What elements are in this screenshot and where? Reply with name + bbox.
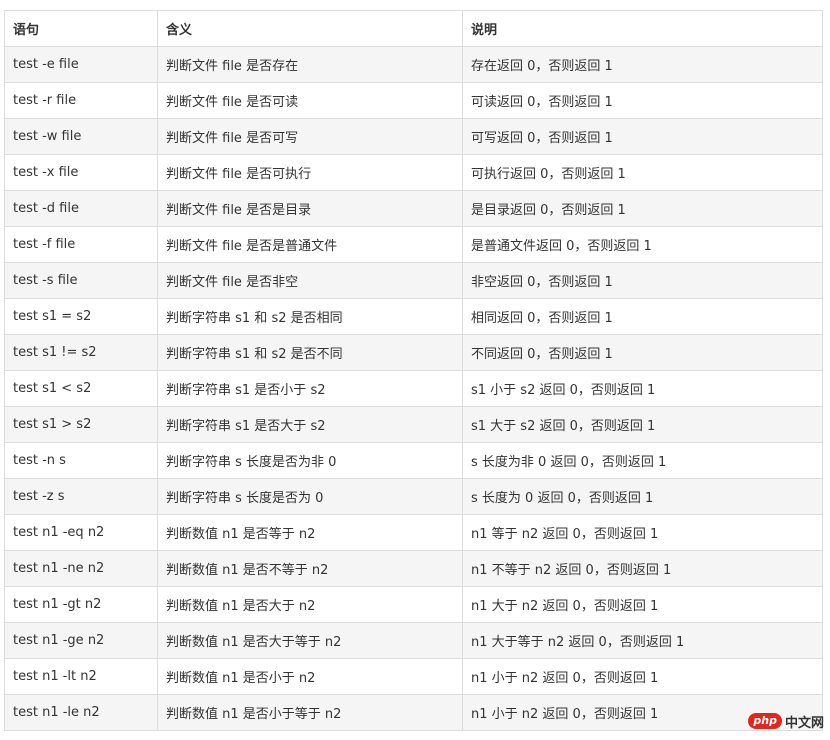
cell-description: n1 不等于 n2 返回 0，否则返回 1 [462, 550, 823, 587]
cell-description: s1 小于 s2 返回 0，否则返回 1 [462, 370, 823, 407]
cell-statement: test -z s [4, 478, 158, 515]
table-row: test -e file 判断文件 file 是否存在 存在返回 0，否则返回 1 [4, 46, 823, 83]
header-statement: 语句 [4, 10, 158, 47]
cell-statement: test -f file [4, 226, 158, 263]
table-row: test -s file 判断文件 file 是否非空 非空返回 0，否则返回 1 [4, 262, 823, 299]
cell-description: n1 大于 n2 返回 0，否则返回 1 [462, 586, 823, 623]
watermark-text: 中文网 [784, 715, 824, 731]
table-row: test n1 -ne n2 判断数值 n1 是否不等于 n2 n1 不等于 n2 … [4, 550, 823, 587]
cell-description: 非空返回 0，否则返回 1 [462, 262, 823, 299]
cell-meaning: 判断文件 file 是否非空 [157, 262, 463, 299]
cell-description: 相同返回 0，否则返回 1 [462, 298, 823, 335]
table-header: 语句 含义 说明 [4, 10, 823, 47]
cell-description: 不同返回 0，否则返回 1 [462, 334, 823, 371]
cell-meaning: 判断字符串 s1 和 s2 是否相同 [157, 298, 463, 335]
table-row: test s1 < s2 判断字符串 s1 是否小于 s2 s1 小于 s2 返回 … [4, 370, 823, 407]
test-operators-table-container: 语句 含义 说明 test -e file 判断文件 file 是否存在 存在返回 … [4, 10, 823, 731]
cell-description: 是普通文件返回 0，否则返回 1 [462, 226, 823, 263]
cell-statement: test n1 -gt n2 [4, 586, 158, 623]
table-row: test n1 -ge n2 判断数值 n1 是否大于等于 n2 n1 大于等于 n… [4, 622, 823, 659]
cell-statement: test -r file [4, 82, 158, 119]
cell-statement: test s1 < s2 [4, 370, 158, 407]
table-row: test s1 > s2 判断字符串 s1 是否大于 s2 s1 大于 s2 返回 … [4, 406, 823, 443]
cell-statement: test -e file [4, 46, 158, 83]
table-row: test -n s 判断字符串 s 长度是否为非 0s 长度为非 0 返回 0，否… [4, 442, 823, 479]
cell-statement: test s1 != s2 [4, 334, 158, 371]
cell-statement: test n1 -ge n2 [4, 622, 158, 659]
cell-meaning: 判断文件 file 是否可执行 [157, 154, 463, 191]
cell-meaning: 判断数值 n1 是否大于等于 n2 [157, 622, 463, 659]
table-row: test -x file 判断文件 file 是否可执行 可执行返回 0，否则返回 … [4, 154, 823, 191]
cell-statement: test -x file [4, 154, 158, 191]
header-meaning: 含义 [157, 10, 463, 47]
table-row: test n1 -le n2 判断数值 n1 是否小于等于 n2 n1 小于 n2 … [4, 694, 823, 731]
cell-meaning: 判断字符串 s1 和 s2 是否不同 [157, 334, 463, 371]
cell-statement: test n1 -eq n2 [4, 514, 158, 551]
table-row: test s1 != s2 判断字符串 s1 和 s2 是否不同 不同返回 0，否则… [4, 334, 823, 371]
cell-meaning: 判断字符串 s 长度是否为非 0 [157, 442, 463, 479]
cell-meaning: 判断字符串 s 长度是否为 0 [157, 478, 463, 515]
table-body: test -e file 判断文件 file 是否存在 存在返回 0，否则返回 1t… [4, 46, 823, 731]
test-operators-table: 语句 含义 说明 test -e file 判断文件 file 是否存在 存在返回 … [4, 10, 823, 731]
cell-description: 可写返回 0，否则返回 1 [462, 118, 823, 155]
cell-meaning: 判断文件 file 是否是目录 [157, 190, 463, 227]
cell-statement: test n1 -lt n2 [4, 658, 158, 695]
cell-description: n1 大于等于 n2 返回 0，否则返回 1 [462, 622, 823, 659]
cell-meaning: 判断数值 n1 是否等于 n2 [157, 514, 463, 551]
php-logo: php [748, 713, 782, 729]
php-cn-watermark: php 中文网 [748, 710, 824, 732]
table-row: test n1 -gt n2 判断数值 n1 是否大于 n2 n1 大于 n2 返回… [4, 586, 823, 623]
cell-statement: test s1 = s2 [4, 298, 158, 335]
cell-meaning: 判断数值 n1 是否小于 n2 [157, 658, 463, 695]
cell-statement: test s1 > s2 [4, 406, 158, 443]
cell-statement: test -s file [4, 262, 158, 299]
cell-description: 可执行返回 0，否则返回 1 [462, 154, 823, 191]
cell-meaning: 判断文件 file 是否是普通文件 [157, 226, 463, 263]
cell-meaning: 判断文件 file 是否可读 [157, 82, 463, 119]
cell-meaning: 判断字符串 s1 是否小于 s2 [157, 370, 463, 407]
table-row: test s1 = s2 判断字符串 s1 和 s2 是否相同 相同返回 0，否则返… [4, 298, 823, 335]
table-row: test n1 -lt n2 判断数值 n1 是否小于 n2 n1 小于 n2 返回… [4, 658, 823, 695]
cell-statement: test -n s [4, 442, 158, 479]
cell-description: s 长度为非 0 返回 0，否则返回 1 [462, 442, 823, 479]
cell-description: s1 大于 s2 返回 0，否则返回 1 [462, 406, 823, 443]
cell-meaning: 判断文件 file 是否存在 [157, 46, 463, 83]
cell-statement: test n1 -le n2 [4, 694, 158, 731]
table-row: test -w file 判断文件 file 是否可写 可写返回 0，否则返回 1 [4, 118, 823, 155]
cell-description: n1 等于 n2 返回 0，否则返回 1 [462, 514, 823, 551]
cell-meaning: 判断数值 n1 是否小于等于 n2 [157, 694, 463, 731]
header-row: 语句 含义 说明 [4, 10, 823, 47]
cell-meaning: 判断文件 file 是否可写 [157, 118, 463, 155]
cell-statement: test -w file [4, 118, 158, 155]
cell-statement: test n1 -ne n2 [4, 550, 158, 587]
cell-description: s 长度为 0 返回 0，否则返回 1 [462, 478, 823, 515]
table-row: test -f file 判断文件 file 是否是普通文件 是普通文件返回 0，否… [4, 226, 823, 263]
cell-meaning: 判断数值 n1 是否大于 n2 [157, 586, 463, 623]
cell-meaning: 判断字符串 s1 是否大于 s2 [157, 406, 463, 443]
header-description: 说明 [462, 10, 823, 47]
table-row: test -z s 判断字符串 s 长度是否为 0s 长度为 0 返回 0，否则返… [4, 478, 823, 515]
cell-description: 可读返回 0，否则返回 1 [462, 82, 823, 119]
table-row: test -d file 判断文件 file 是否是目录 是目录返回 0，否则返回 … [4, 190, 823, 227]
cell-description: 存在返回 0，否则返回 1 [462, 46, 823, 83]
cell-description: n1 小于 n2 返回 0，否则返回 1 [462, 658, 823, 695]
table-row: test n1 -eq n2 判断数值 n1 是否等于 n2 n1 等于 n2 返回… [4, 514, 823, 551]
cell-statement: test -d file [4, 190, 158, 227]
cell-description: 是目录返回 0，否则返回 1 [462, 190, 823, 227]
cell-meaning: 判断数值 n1 是否不等于 n2 [157, 550, 463, 587]
table-row: test -r file 判断文件 file 是否可读 可读返回 0，否则返回 1 [4, 82, 823, 119]
